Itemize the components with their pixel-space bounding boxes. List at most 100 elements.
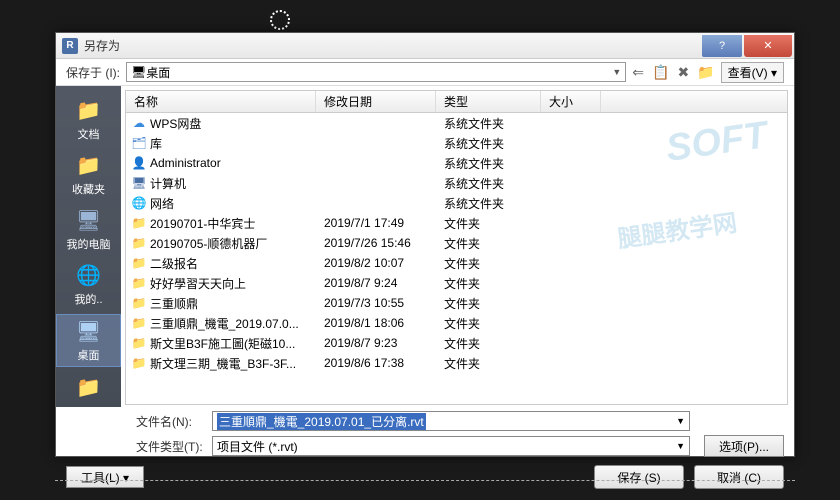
file-icon: 📁	[132, 236, 146, 250]
filetype-dropdown[interactable]: 项目文件 (*.rvt) ▼	[212, 436, 690, 456]
file-row[interactable]: 📁三重順鼎_機電_2019.07.0...2019/8/1 18:06文件夹	[126, 313, 787, 333]
file-row[interactable]: 📁 三重顺鼎 2019/7/3 10:55文件夹	[126, 293, 787, 313]
chevron-down-icon[interactable]: ▼	[676, 441, 685, 451]
file-date: 2019/8/7 9:24	[316, 276, 436, 290]
monitor-icon: 🖥	[131, 65, 146, 79]
file-name: 斯文理三期_機電_B3F-3F...	[150, 355, 296, 372]
file-type: 系统文件夹	[436, 175, 541, 192]
network-icon: 🌐	[74, 262, 104, 288]
file-row[interactable]: 🖥 计算机 系统文件夹	[126, 173, 787, 193]
file-name: 好好學習天天向上	[150, 275, 246, 292]
back-icon[interactable]: ⇐	[632, 64, 644, 81]
file-icon: 🖥	[132, 176, 146, 190]
file-date: 2019/8/2 10:07	[316, 256, 436, 270]
cursor-marker	[270, 10, 290, 30]
location-toolbar: 保存于 (I): 🖥 桌面 ▼ ⇐ 📋 ✖ 📁 查看(V) ▾	[56, 59, 794, 85]
sidebar-item-desktop[interactable]: 🖥桌面	[56, 314, 121, 367]
file-name: 三重順鼎_機電_2019.07.0...	[150, 315, 299, 332]
file-row[interactable]: 📁20190701-中华宾士2019/7/1 17:49文件夹	[126, 213, 787, 233]
monitor-icon: 🖥	[74, 318, 104, 344]
options-button[interactable]: 选项(P)...	[704, 435, 784, 457]
file-name: Administrator	[150, 156, 221, 170]
delete-icon[interactable]: ✖	[677, 64, 689, 81]
col-name[interactable]: 名称	[126, 91, 316, 112]
file-name: 20190701-中华宾士	[150, 215, 255, 232]
filetype-value: 项目文件 (*.rvt)	[217, 438, 298, 455]
sidebar-item-documents[interactable]: 📁文档	[56, 94, 121, 145]
file-row[interactable]: 👤Administrator系统文件夹	[126, 153, 787, 173]
file-icon: 📁	[132, 316, 146, 330]
file-type: 文件夹	[436, 275, 541, 292]
chevron-down-icon: ▼	[612, 67, 621, 77]
file-type: 文件夹	[436, 235, 541, 252]
file-name: WPS网盘	[150, 115, 201, 132]
app-icon: R	[62, 38, 78, 54]
file-icon: 👤	[132, 156, 146, 170]
file-icon: 🗂	[132, 136, 146, 150]
file-row[interactable]: ☁ WPS网盘 系统文件夹	[126, 113, 787, 133]
file-type: 文件夹	[436, 335, 541, 352]
file-name: 库	[150, 135, 162, 152]
file-type: 文件夹	[436, 315, 541, 332]
close-button[interactable]: ✕	[744, 35, 792, 57]
file-icon: 📁	[132, 356, 146, 370]
file-name: 斯文里B3F施工圖(矩磁10...	[150, 335, 295, 352]
file-row[interactable]: 🌐网络系统文件夹	[126, 193, 787, 213]
col-type[interactable]: 类型	[436, 91, 541, 112]
ruler-decoration	[55, 480, 795, 482]
file-date: 2019/7/1 17:49	[316, 216, 436, 230]
location-dropdown[interactable]: 🖥 桌面 ▼	[126, 62, 626, 82]
view-button[interactable]: 查看(V) ▾	[721, 62, 784, 83]
file-row[interactable]: 📁 斯文理三期_機電_B3F-3F... 2019/8/6 17:38文件夹	[126, 353, 787, 373]
filename-value: 三重順鼎_機電_2019.07.01_已分离.rvt	[217, 413, 426, 430]
col-date[interactable]: 修改日期	[316, 91, 436, 112]
file-type: 系统文件夹	[436, 115, 541, 132]
filename-label: 文件名(N):	[136, 413, 206, 430]
file-icon: ☁	[132, 116, 146, 130]
file-date: 2019/7/3 10:55	[316, 296, 436, 310]
help-button[interactable]: ?	[702, 35, 742, 57]
column-headers[interactable]: 名称 修改日期 类型 大小	[126, 91, 787, 113]
file-icon: 📁	[132, 296, 146, 310]
filename-input[interactable]: 三重順鼎_機電_2019.07.01_已分离.rvt ▼	[212, 411, 690, 431]
cancel-button[interactable]: 取消 (C)	[694, 465, 784, 489]
file-date: 2019/8/7 9:23	[316, 336, 436, 350]
file-icon: 🌐	[132, 196, 146, 210]
file-name: 二级报名	[150, 255, 198, 272]
sidebar-item-favorites[interactable]: 📁收藏夹	[56, 149, 121, 200]
filetype-label: 文件类型(T):	[136, 438, 206, 455]
file-type: 文件夹	[436, 295, 541, 312]
chevron-down-icon[interactable]: ▼	[676, 416, 685, 426]
file-row[interactable]: 📁 好好學習天天向上 2019/8/7 9:24文件夹	[126, 273, 787, 293]
col-size[interactable]: 大小	[541, 91, 601, 112]
sidebar-item-computer[interactable]: 🖥我的电脑	[56, 204, 121, 255]
file-icon: 📁	[132, 336, 146, 350]
location-value: 桌面	[146, 64, 170, 81]
up-icon[interactable]: 📋	[652, 64, 669, 81]
folder-icon: 📁	[74, 374, 104, 400]
file-icon: 📁	[132, 276, 146, 290]
file-row[interactable]: 📁20190705-顺德机器厂2019/7/26 15:46文件夹	[126, 233, 787, 253]
save-button[interactable]: 保存 (S)	[594, 465, 684, 489]
places-sidebar: 📁文档 📁收藏夹 🖥我的电脑 🌐我的.. 🖥桌面 📁	[56, 86, 121, 407]
file-icon: 📁	[132, 256, 146, 270]
tools-button[interactable]: 工具(L) ▾	[66, 466, 144, 488]
file-name: 计算机	[150, 175, 186, 192]
file-name: 20190705-顺德机器厂	[150, 235, 267, 252]
save-as-dialog: R 另存为 ? ✕ 保存于 (I): 🖥 桌面 ▼ ⇐ 📋 ✖ 📁 查看(V) …	[55, 32, 795, 457]
new-folder-icon[interactable]: 📁	[697, 64, 714, 81]
computer-icon: 🖥	[74, 207, 104, 233]
file-name: 三重顺鼎	[150, 295, 198, 312]
file-row[interactable]: 📁 斯文里B3F施工圖(矩磁10... 2019/8/7 9:23文件夹	[126, 333, 787, 353]
sidebar-item-extra[interactable]: 📁	[56, 371, 121, 403]
file-type: 文件夹	[436, 255, 541, 272]
file-icon: 📁	[132, 216, 146, 230]
file-type: 系统文件夹	[436, 135, 541, 152]
title-bar[interactable]: R 另存为 ? ✕	[56, 33, 794, 59]
file-row[interactable]: 📁 二级报名 2019/8/2 10:07文件夹	[126, 253, 787, 273]
file-list[interactable]: ☁WPS网盘系统文件夹🗂库系统文件夹👤Administrator系统文件夹🖥计算…	[126, 113, 787, 404]
file-type: 文件夹	[436, 355, 541, 372]
sidebar-item-network[interactable]: 🌐我的..	[56, 259, 121, 310]
file-date: 2019/8/6 17:38	[316, 356, 436, 370]
file-row[interactable]: 🗂 库 系统文件夹	[126, 133, 787, 153]
